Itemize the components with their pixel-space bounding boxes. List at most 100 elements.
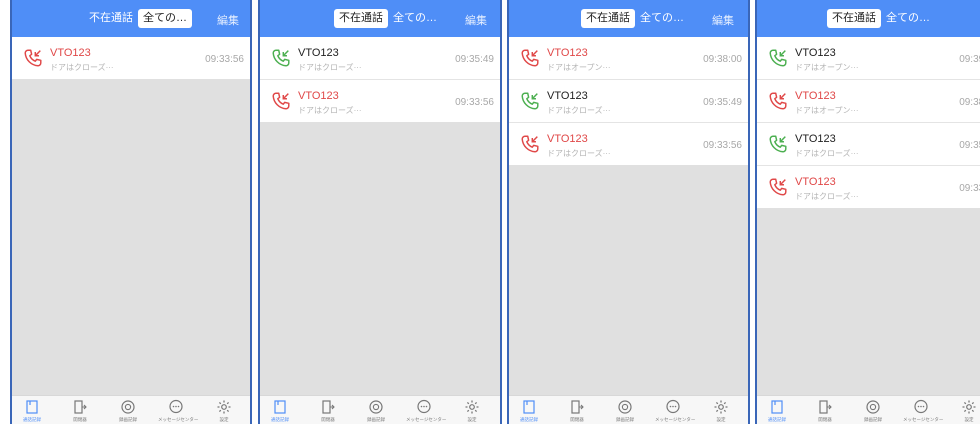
tab-missed-calls[interactable]: 不在通話 [581,9,635,28]
edit-button[interactable]: 編集 [217,12,239,28]
missed-call-icon [22,47,44,69]
tab-bar-item[interactable]: 設定 [949,399,980,423]
door-status: ドアはオープン··· [795,63,859,72]
door-status: ドアはクローズ··· [547,149,611,158]
record-icon [605,399,645,415]
tab-bar-label: 通話記録 [22,417,41,423]
call-time: 09:38: [959,97,980,108]
call-filter-segment: 不在通話 全ての… [334,9,442,28]
tab-bar-item[interactable]: メッセージセンター [901,399,944,423]
call-list-item[interactable]: VTO123 ドアはクローズ··· 09:33: [757,166,980,208]
call-time: 09:35:49 [455,54,494,65]
tab-all-calls[interactable]: 全ての… [635,9,689,28]
tab-bar-item[interactable]: メッセージセンター [404,399,447,423]
phone-screen: 不在通話全ての…編集 VTO123 ドアはオープン··· 09:39: VTO123 ドア… [755,0,980,424]
tab-bar-item[interactable]: 開閉器 [60,399,100,423]
tab-bar-item[interactable]: 開閉器 [557,399,597,423]
tab-bar-label: 録画記録 [863,417,882,423]
missed-call-icon [767,90,789,112]
call-list-item[interactable]: VTO123 ドアはクローズ··· 09:35:49 [260,37,500,80]
tab-bar-item[interactable]: 通話記録 [260,399,300,423]
tab-missed-calls[interactable]: 不在通話 [827,9,881,28]
call-log-icon [260,399,300,415]
tab-bar-item[interactable]: 通話記録 [757,399,797,423]
tab-bar-item[interactable]: 録画記録 [853,399,893,423]
caller-name: VTO123 [547,47,588,59]
caller-name: VTO123 [795,133,836,145]
tab-bar-label: メッセージセンター [406,417,447,423]
message-icon [653,399,693,415]
tab-all-calls[interactable]: 全ての… [138,9,192,28]
tab-bar-label: メッセージセンター [655,417,696,423]
call-time: 09:33:56 [205,54,244,65]
tab-bar-label: メッセージセンター [158,417,199,423]
call-log-icon [757,399,797,415]
door-status: ドアはクローズ··· [298,106,362,115]
door-status: ドアはクローズ··· [547,106,611,115]
incoming-call-icon [767,133,789,155]
call-list-item[interactable]: VTO123 ドアはクローズ··· 09:33:56 [509,123,748,165]
record-icon [356,399,396,415]
call-list-item[interactable]: VTO123 ドアはオープン··· 09:39: [757,37,980,80]
call-time: 09:35: [959,140,980,151]
call-list: VTO123 ドアはクローズ··· 09:33:56 [12,37,250,79]
phone-screen: 不在通話 全ての… 編集 VTO123 ドアはクローズ··· 09:35:49 VTO123… [258,0,502,424]
call-time: 09:38:00 [703,54,742,65]
missed-call-icon [767,176,789,198]
call-list-item[interactable]: VTO123 ドアはクローズ··· 09:35:49 [509,80,748,123]
tab-bar-item[interactable]: 設定 [204,399,244,423]
missed-call-icon [270,90,292,112]
tab-bar-label: メッセージセンター [903,417,944,423]
call-time: 09:33: [959,183,980,194]
call-list: VTO123 ドアはクローズ··· 09:35:49 VTO123 ドアはクローズ···… [260,37,500,122]
call-list-item[interactable]: VTO123 ドアはクローズ··· 09:33:56 [260,80,500,122]
tab-bar-item[interactable]: 録画記録 [356,399,396,423]
caller-name: VTO123 [547,90,588,102]
message-icon [156,399,196,415]
tab-all-calls[interactable]: 全ての… [881,9,935,28]
tab-bar-label: 録画記録 [615,417,634,423]
tab-bar-item[interactable]: 通話記録 [12,399,52,423]
tab-bar-item[interactable]: メッセージセンター [156,399,199,423]
tab-bar-item[interactable]: 録画記録 [108,399,148,423]
tab-bar-item[interactable]: 設定 [452,399,492,423]
message-icon [901,399,941,415]
tab-all-calls[interactable]: 全ての… [388,9,442,28]
call-list-item[interactable]: VTO123 ドアはクローズ··· 09:35: [757,123,980,166]
call-list: VTO123 ドアはオープン··· 09:39: VTO123 ドアはオープン··· 09… [757,37,980,208]
tab-bar-label: 開閉器 [570,417,584,423]
caller-name: VTO123 [795,47,836,59]
tab-bar-item[interactable]: 録画記録 [605,399,645,423]
edit-button[interactable]: 編集 [712,12,734,28]
call-log-icon [509,399,549,415]
tab-bar-item[interactable]: メッセージセンター [653,399,696,423]
tab-bar-label: 通話記録 [270,417,289,423]
call-log-icon [12,399,52,415]
nav-header: 不在通話全ての…編集 [757,0,980,37]
edit-button[interactable]: 編集 [465,12,487,28]
nav-header: 不在通話全ての… 編集 [260,0,500,37]
incoming-call-icon [767,47,789,69]
tab-missed-calls[interactable]: 不在通話 [334,9,388,28]
incoming-call-icon [270,47,292,69]
door-status: ドアはオープン··· [547,63,611,72]
call-list-item[interactable]: VTO123 ドアはオープン··· 09:38: [757,80,980,123]
caller-name: VTO123 [795,90,836,102]
tab-bar-item[interactable]: 設定 [701,399,741,423]
tab-bar-item[interactable]: 通話記録 [509,399,549,423]
bottom-tab-bar: 通話記録 開閉器 録画記録 メッセージセンター 設定 [509,395,748,424]
door-status: ドアはクローズ··· [795,149,859,158]
tab-bar-item[interactable]: 開閉器 [805,399,845,423]
settings-icon [452,399,492,415]
caller-name: VTO123 [298,90,339,102]
door-icon [805,399,845,415]
settings-icon [949,399,980,415]
tab-bar-label: 通話記録 [519,417,538,423]
tab-bar-item[interactable]: 開閉器 [308,399,348,423]
call-list-item[interactable]: VTO123 ドアはクローズ··· 09:33:56 [12,37,250,79]
bottom-tab-bar: 通話記録 開閉器 録画記録 メッセージセンター 設定 [757,395,980,424]
call-time: 09:35:49 [703,97,742,108]
call-list-item[interactable]: VTO123 ドアはオープン··· 09:38:00 [509,37,748,80]
door-status: ドアはクローズ··· [298,63,362,72]
tab-missed-calls[interactable]: 不在通話 [84,9,138,28]
